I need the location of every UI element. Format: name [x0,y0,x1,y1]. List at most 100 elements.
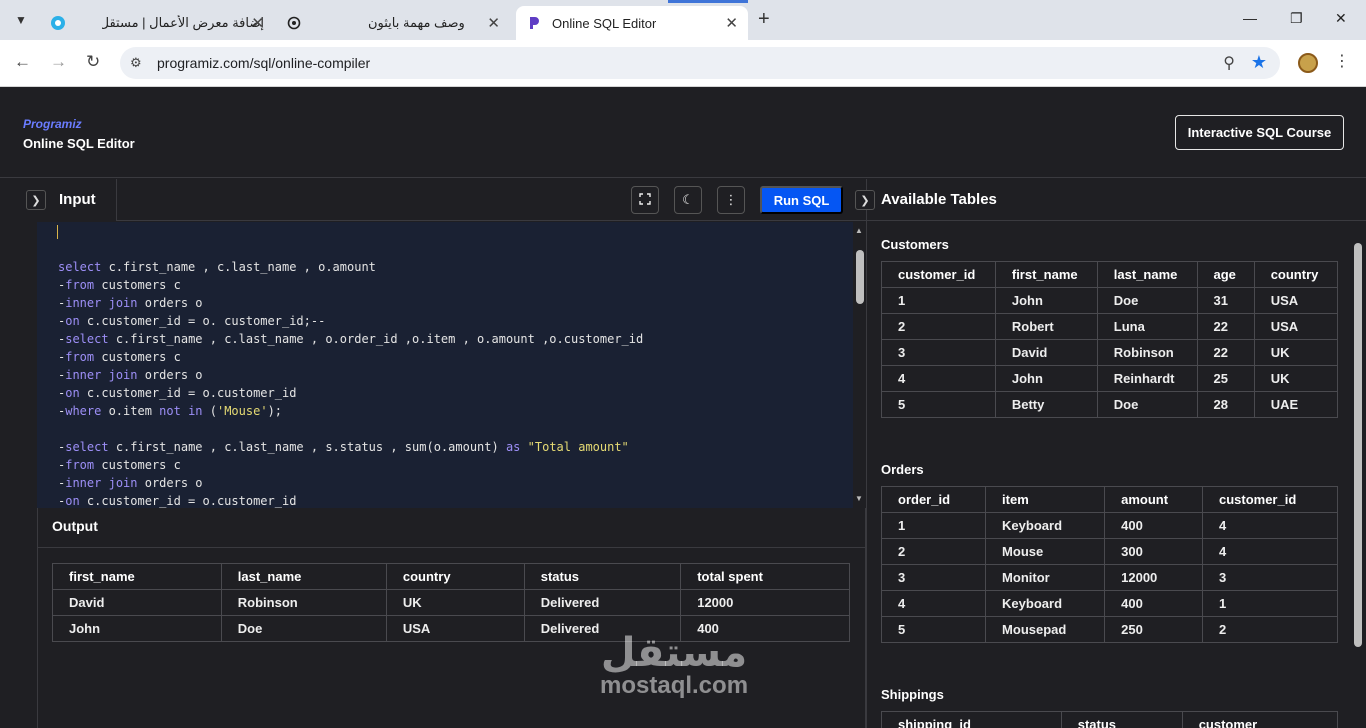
zoom-icon[interactable]: ⚲ [1223,53,1235,73]
editor-scroll-thumb[interactable] [856,250,864,304]
close-window-icon[interactable]: ✕ [1335,10,1347,27]
table-cell: 12000 [1104,564,1203,591]
column-header: status [1060,711,1183,728]
collapse-tables-button[interactable]: ❯ [855,190,875,210]
column-header: amount [1104,486,1203,513]
table-cell: Doe [1096,287,1198,314]
table-cell: 25 [1196,365,1255,392]
tab-search-button[interactable]: ▼ [8,8,34,32]
more-options-icon[interactable]: ⋮ [1334,51,1350,71]
table-header-row: customer_id first_name last_name age country [881,261,1339,288]
watermark-arabic: مستقل [600,630,748,676]
close-icon[interactable]: ✕ [487,14,500,32]
table-cell: Doe [220,615,387,642]
table-cell: 250 [1104,616,1203,643]
divider [38,547,866,548]
code-line[interactable]: -select c.first_name , c.last_name , s.s… [58,440,629,454]
tables-scroll-thumb[interactable] [1354,243,1362,647]
moon-icon: ☾ [682,192,694,207]
customers-table: customer_id first_name last_name age country… [881,261,1339,418]
table-row: 2 Robert Luna 22 USA [881,313,1339,340]
tab-input[interactable]: ❯ Input [0,179,117,221]
chatgpt-icon [286,15,302,31]
forward-icon[interactable]: → [50,52,67,72]
customers-table-title: Customers [881,237,949,252]
code-editor[interactable]: select c.first_name , c.last_name , o.am… [37,222,853,508]
table-cell: 2 [1201,616,1339,643]
code-line[interactable]: -inner join orders o [58,476,203,490]
tab-label: وصف مهمة بايثون [368,15,465,30]
code-line[interactable]: -on c.customer_id = o.customer_id [58,494,296,508]
available-tables-title: Available Tables [881,191,997,208]
back-icon[interactable]: ← [14,52,31,72]
interactive-sql-course-button[interactable]: Interactive SQL Course [1175,115,1344,150]
table-cell: UK [385,589,525,616]
page-title: Online SQL Editor [23,136,135,151]
address-bar[interactable]: ⚙ programiz.com/sql/online-compiler ⚲ ★ [120,47,1280,79]
table-cell: Robinson [220,589,387,616]
tab-python-task[interactable]: وصف مهمة بايثون ✕ [276,6,510,40]
column-header: first_name [52,563,222,590]
editor-scrollbar[interactable]: ▲ ▼ [853,222,866,508]
theme-toggle-button[interactable]: ☾ [674,186,702,214]
code-line[interactable]: select c.first_name , c.last_name , o.am… [58,260,376,274]
close-icon[interactable]: ✕ [725,14,738,32]
orders-table-title: Orders [881,462,924,477]
table-header-row: shipping_id status customer [881,711,1339,728]
table-cell: 31 [1196,287,1255,314]
table-cell: Robert [994,313,1098,340]
table-cell: 3 [1201,564,1339,591]
table-cell: 400 [1104,512,1203,539]
tables-scrollbar[interactable] [1353,237,1363,647]
site-info-icon[interactable]: ⚙ [130,55,142,71]
table-cell: 2 [881,313,996,340]
scroll-up-icon[interactable]: ▲ [855,226,863,235]
reload-icon[interactable]: ↻ [86,52,100,72]
fullscreen-icon [639,192,651,208]
code-line[interactable]: -from customers c [58,350,181,364]
code-line[interactable]: -from customers c [58,278,181,292]
column-header: first_name [994,261,1098,288]
new-tab-icon[interactable]: + [758,8,770,31]
collapse-input-button[interactable]: ❯ [26,190,46,210]
site-header: Programiz Online SQL Editor Interactive … [0,87,1366,178]
code-line[interactable]: -where o.item not in ('Mouse'); [58,404,282,418]
mostaql-watermark: مستقل mostaql.com [600,630,748,700]
code-line[interactable]: -on c.customer_id = o.customer_id [58,386,296,400]
table-cell: Delivered [523,589,682,616]
editor-menu-button[interactable]: ⋮ [717,186,745,214]
table-cell: Betty [994,391,1098,418]
profile-avatar[interactable] [1298,53,1318,73]
fullscreen-button[interactable] [631,186,659,214]
run-sql-button[interactable]: Run SQL [760,186,843,214]
table-cell: 3 [880,564,987,591]
code-line[interactable]: -select c.first_name , c.last_name , o.o… [58,332,643,346]
editor-gutter [0,222,37,508]
table-cell: UK [1253,365,1339,392]
table-cell: USA [1253,287,1339,314]
table-cell: 12000 [680,589,850,616]
maximize-icon[interactable]: ❐ [1290,10,1303,27]
chevron-right-icon: ❯ [860,194,870,207]
table-header-row: first_name last_name country status total sp… [52,563,850,590]
table-cell: USA [385,615,525,642]
programiz-logo[interactable]: Programiz [23,117,82,131]
programiz-icon [526,15,542,31]
url-text: programiz.com/sql/online-compiler [157,55,371,71]
bookmark-star-icon[interactable]: ★ [1251,52,1267,73]
active-tab-indicator [668,0,748,3]
code-line[interactable]: -from customers c [58,458,181,472]
tab-online-sql-editor[interactable]: Online SQL Editor ✕ [516,6,748,40]
close-icon[interactable]: ✕ [251,14,264,32]
code-line[interactable]: -inner join orders o [58,296,203,310]
minimize-icon[interactable]: — [1243,10,1257,26]
tab-mostaql[interactable]: إضافة معرض الأعمال | مستقل ✕ [40,6,274,40]
code-line[interactable]: -inner join orders o [58,368,203,382]
table-cell: Mouse [985,538,1106,565]
scroll-down-icon[interactable]: ▼ [855,494,863,503]
table-cell: David [994,339,1098,366]
table-row: David Robinson UK Delivered 12000 [52,589,850,616]
code-line[interactable]: -on c.customer_id = o. customer_id;-- [58,314,325,328]
table-row: 2 Mouse 300 4 [880,538,1339,565]
table-cell: 1 [880,512,987,539]
